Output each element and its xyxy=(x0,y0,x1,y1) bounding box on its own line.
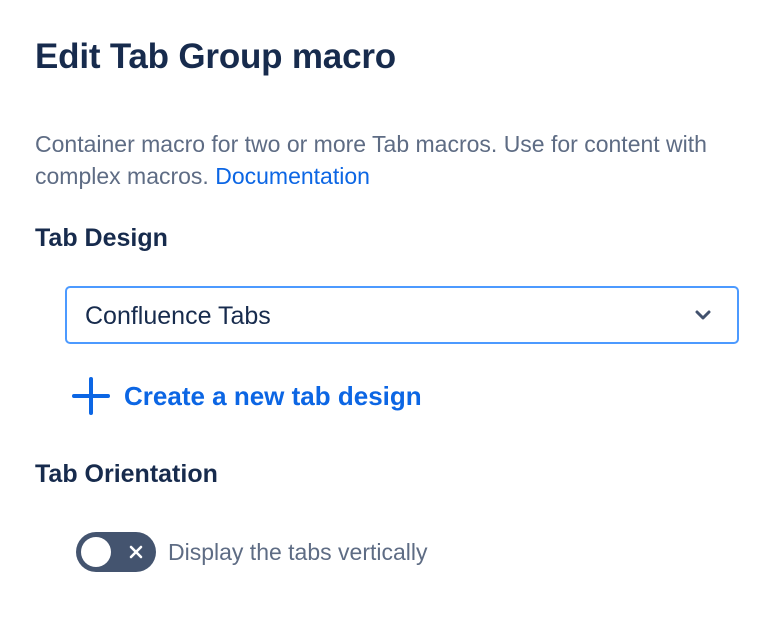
create-tab-design-label: Create a new tab design xyxy=(124,381,422,411)
vertical-tabs-toggle-row: Display the tabs vertically xyxy=(76,532,428,572)
tab-design-selected-value: Confluence Tabs xyxy=(85,302,271,330)
vertical-tabs-toggle-label: Display the tabs vertically xyxy=(168,539,428,565)
macro-description-text: Container macro for two or more Tab macr… xyxy=(35,131,707,189)
toggle-knob xyxy=(81,537,111,567)
documentation-link[interactable]: Documentation xyxy=(215,163,370,189)
tab-design-label: Tab Design xyxy=(35,224,168,252)
macro-description: Container macro for two or more Tab macr… xyxy=(35,128,745,192)
chevron-down-icon xyxy=(695,310,711,320)
tab-orientation-label: Tab Orientation xyxy=(35,460,218,488)
close-icon xyxy=(129,545,143,559)
tab-design-select[interactable]: Confluence Tabs xyxy=(65,286,739,344)
macro-editor-panel: Edit Tab Group macro Container macro for… xyxy=(0,0,762,628)
page-title: Edit Tab Group macro xyxy=(35,37,396,76)
vertical-tabs-toggle[interactable] xyxy=(76,532,156,572)
plus-icon xyxy=(72,377,110,415)
create-tab-design-link[interactable]: Create a new tab design xyxy=(72,376,422,416)
